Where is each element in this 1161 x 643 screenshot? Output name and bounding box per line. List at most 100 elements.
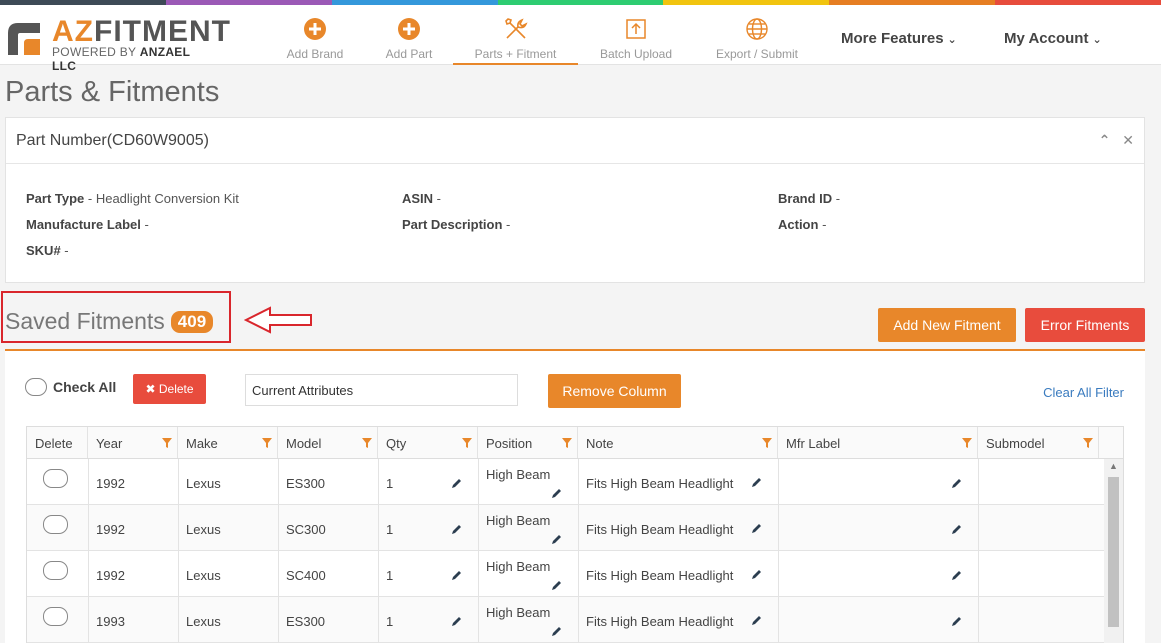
filter-icon[interactable] xyxy=(1083,438,1093,448)
edit-pencil-icon[interactable] xyxy=(751,568,763,580)
edit-pencil-icon[interactable] xyxy=(951,615,963,627)
cell-position: High Beam xyxy=(486,467,551,482)
edit-pencil-icon[interactable] xyxy=(451,569,463,581)
part-card-header: Part Number(CD60W9005) ⌃ ✕ xyxy=(6,118,1144,164)
brand-logo[interactable]: AZFITMENT POWERED BY ANZAEL LLC xyxy=(4,15,230,73)
column-header-position[interactable]: Position xyxy=(478,427,578,458)
logo-az: AZ xyxy=(52,15,94,48)
cell-model: SC300 xyxy=(286,522,326,537)
column-header-note[interactable]: Note xyxy=(578,427,778,458)
add-new-fitment-button[interactable]: Add New Fitment xyxy=(878,308,1016,342)
nav-add-brand-label: Add Brand xyxy=(286,47,344,61)
nav-export-submit[interactable]: Export / Submit xyxy=(709,13,805,65)
current-attributes-input[interactable] xyxy=(245,374,518,406)
column-header-year[interactable]: Year xyxy=(88,427,178,458)
filter-icon[interactable] xyxy=(162,438,172,448)
check-all-toggle[interactable] xyxy=(25,378,47,396)
cell-position: High Beam xyxy=(486,605,551,620)
edit-pencil-icon[interactable] xyxy=(451,477,463,489)
table-scrollbar[interactable]: ▲ xyxy=(1104,459,1123,643)
cell-divider xyxy=(378,551,379,597)
edit-pencil-icon[interactable] xyxy=(751,614,763,626)
cell-divider xyxy=(978,505,979,551)
cell-divider xyxy=(88,551,89,597)
clear-all-filter-link[interactable]: Clear All Filter xyxy=(1043,385,1124,400)
edit-pencil-icon[interactable] xyxy=(751,522,763,534)
delete-button-label: Delete xyxy=(158,382,194,396)
cell-divider xyxy=(778,551,779,597)
remove-column-button[interactable]: Remove Column xyxy=(548,374,681,408)
part-description-label: Part Description xyxy=(402,217,503,232)
tools-icon xyxy=(504,18,528,39)
plus-circle-icon xyxy=(398,18,420,40)
my-account-menu[interactable]: My Account ⌄ xyxy=(1004,30,1102,47)
cell-note: Fits High Beam Headlight xyxy=(586,522,734,537)
error-fitments-button[interactable]: Error Fitments xyxy=(1025,308,1145,342)
row-select-toggle[interactable] xyxy=(43,469,68,488)
action-field: Action - xyxy=(778,217,826,232)
row-select-toggle[interactable] xyxy=(43,515,68,534)
scrollbar-thumb[interactable] xyxy=(1108,477,1119,627)
filter-icon[interactable] xyxy=(262,438,272,448)
logo-tagline: POWERED BY ANZAEL LLC xyxy=(52,45,214,73)
filter-icon[interactable] xyxy=(362,438,372,448)
edit-pencil-icon[interactable] xyxy=(751,476,763,488)
column-header-position-label: Position xyxy=(486,436,533,451)
check-all-control[interactable]: Check All xyxy=(25,378,116,396)
cell-qty: 1 xyxy=(386,476,394,491)
annotation-highlight-box xyxy=(1,291,231,343)
edit-pencil-icon[interactable] xyxy=(551,533,563,545)
filter-icon[interactable] xyxy=(762,438,772,448)
nav-parts-fitment-label: Parts + Fitment xyxy=(474,47,557,61)
edit-pencil-icon[interactable] xyxy=(551,487,563,499)
cell-year: 1992 xyxy=(96,568,125,583)
column-header-qty-label: Qty xyxy=(386,436,407,451)
cell-divider xyxy=(978,459,979,505)
nav-add-part[interactable]: Add Part xyxy=(378,13,440,65)
nav-parts-fitment[interactable]: Parts + Fitment xyxy=(453,13,578,65)
action-value: - xyxy=(818,217,827,232)
filter-icon[interactable] xyxy=(562,438,572,448)
close-icon[interactable]: ✕ xyxy=(1122,132,1134,148)
edit-pencil-icon[interactable] xyxy=(951,523,963,535)
edit-pencil-icon[interactable] xyxy=(551,625,563,637)
column-header-make[interactable]: Make xyxy=(178,427,278,458)
action-label: Action xyxy=(778,217,819,232)
cell-divider xyxy=(88,505,89,551)
edit-pencil-icon[interactable] xyxy=(451,615,463,627)
sku-value: - xyxy=(60,243,69,258)
cell-divider xyxy=(478,597,479,643)
delete-button[interactable]: ✖ Delete xyxy=(133,374,206,404)
row-select-toggle[interactable] xyxy=(43,607,68,626)
manufacture-label-field: Manufacture Label - xyxy=(26,217,149,232)
nav-batch-upload-label: Batch Upload xyxy=(599,47,673,61)
column-header-submodel[interactable]: Submodel xyxy=(978,427,1099,458)
cell-year: 1992 xyxy=(96,522,125,537)
collapse-chevron-up-icon[interactable]: ⌃ xyxy=(1099,132,1111,148)
cell-divider xyxy=(178,505,179,551)
nav-add-brand[interactable]: Add Brand xyxy=(280,13,350,65)
filter-icon[interactable] xyxy=(962,438,972,448)
edit-pencil-icon[interactable] xyxy=(951,569,963,581)
manufacture-label-value: - xyxy=(140,217,149,232)
edit-pencil-icon[interactable] xyxy=(951,477,963,489)
cell-model: ES300 xyxy=(286,476,326,491)
more-features-menu[interactable]: More Features ⌄ xyxy=(841,30,957,47)
cell-divider xyxy=(478,505,479,551)
column-header-qty[interactable]: Qty xyxy=(378,427,478,458)
table-header: Delete Year Make Model Qty Position Note… xyxy=(27,427,1123,459)
column-header-model-label: Model xyxy=(286,436,322,451)
nav-batch-upload[interactable]: Batch Upload xyxy=(593,13,679,65)
edit-pencil-icon[interactable] xyxy=(451,523,463,535)
cell-make: Lexus xyxy=(186,476,221,491)
globe-icon xyxy=(746,18,768,40)
row-select-toggle[interactable] xyxy=(43,561,68,580)
scroll-up-arrow-icon[interactable]: ▲ xyxy=(1109,461,1118,471)
cell-note: Fits High Beam Headlight xyxy=(586,614,734,629)
column-header-mfr-label[interactable]: Mfr Label xyxy=(778,427,978,458)
column-header-model[interactable]: Model xyxy=(278,427,378,458)
filter-icon[interactable] xyxy=(462,438,472,448)
cell-divider xyxy=(178,551,179,597)
edit-pencil-icon[interactable] xyxy=(551,579,563,591)
cell-divider xyxy=(578,597,579,643)
